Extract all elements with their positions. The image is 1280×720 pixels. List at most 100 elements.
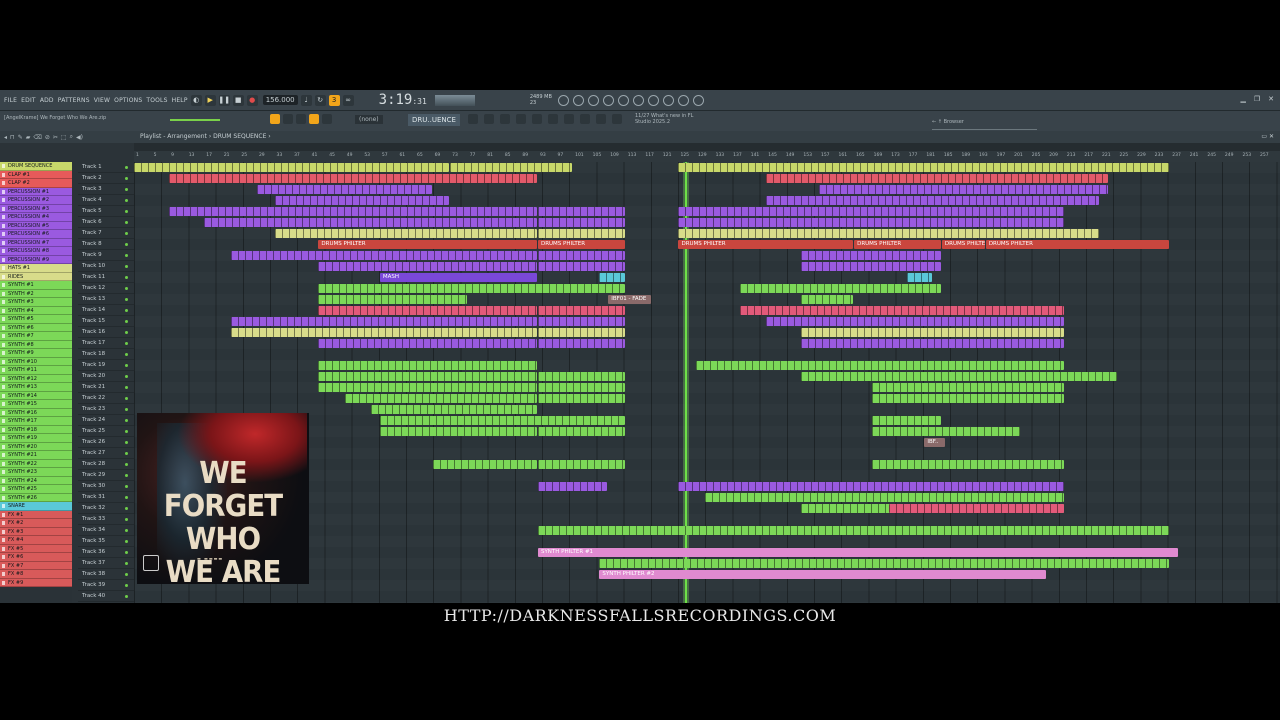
- picker-item[interactable]: SYNTH #23: [0, 468, 72, 477]
- playlist-close-icon[interactable]: ▭ ✕: [1261, 131, 1274, 143]
- picker-item[interactable]: PERCUSSION #1: [0, 187, 72, 196]
- track-mute-led[interactable]: [125, 386, 128, 389]
- link-icon[interactable]: [612, 114, 622, 124]
- pattern-clip[interactable]: [318, 361, 537, 370]
- track-mute-led[interactable]: [125, 364, 128, 367]
- track-mute-led[interactable]: [125, 408, 128, 411]
- track-header[interactable]: Track 4: [78, 195, 134, 206]
- mute-tool-icon[interactable]: ⊘: [45, 134, 50, 141]
- track-mute-led[interactable]: [125, 331, 128, 334]
- menu-tools[interactable]: TOOLS: [146, 97, 167, 104]
- pattern-clip[interactable]: [801, 262, 941, 271]
- pattern-clip[interactable]: [696, 361, 1064, 370]
- track-header[interactable]: Track 37: [78, 558, 134, 569]
- pattern-clip[interactable]: [537, 427, 625, 436]
- track-header[interactable]: Track 18: [78, 349, 134, 360]
- track-mute-led[interactable]: [125, 474, 128, 477]
- pattern-selector-none[interactable]: (none): [355, 115, 383, 124]
- picker-item[interactable]: FX #2: [0, 519, 72, 528]
- picker-item[interactable]: DRUM SEQUENCE: [0, 162, 72, 171]
- pattern-clip[interactable]: [537, 251, 625, 260]
- piano-icon[interactable]: [647, 94, 659, 106]
- pattern-clip[interactable]: DRUMS PHILTER: [537, 240, 625, 249]
- picker-item[interactable]: SYNTH #5: [0, 315, 72, 324]
- track-header[interactable]: Track 12: [78, 283, 134, 294]
- pattern-clip[interactable]: DRUMS PHILTER: [318, 240, 537, 249]
- save-icon[interactable]: [617, 94, 629, 106]
- picker-item[interactable]: SYNTH #20: [0, 442, 72, 451]
- pattern-clip[interactable]: [537, 460, 625, 469]
- pattern-clip[interactable]: [678, 482, 1064, 491]
- picker-item[interactable]: RIDES: [0, 272, 72, 281]
- picker-item[interactable]: SYNTH #12: [0, 374, 72, 383]
- picker-item[interactable]: FX #9: [0, 578, 72, 587]
- stop-button[interactable]: ■: [232, 94, 244, 106]
- track-header[interactable]: Track 10: [78, 261, 134, 272]
- pencil-tool-icon[interactable]: ✎: [18, 134, 23, 141]
- menu-file[interactable]: FILE: [4, 97, 17, 104]
- picker-item[interactable]: PERCUSSION #6: [0, 230, 72, 239]
- metronome-icon[interactable]: ♩: [300, 94, 312, 106]
- playlist-icon[interactable]: [468, 114, 478, 124]
- track-mute-led[interactable]: [125, 232, 128, 235]
- track-header[interactable]: Track 21: [78, 382, 134, 393]
- picker-item[interactable]: CLAP #2: [0, 179, 72, 188]
- pattern-clip[interactable]: [704, 493, 1064, 502]
- browser-icon[interactable]: [532, 114, 542, 124]
- track-header[interactable]: Track 16: [78, 327, 134, 338]
- menu-options[interactable]: OPTIONS: [114, 97, 142, 104]
- track-mute-led[interactable]: [125, 353, 128, 356]
- picker-item[interactable]: SYNTH #9: [0, 349, 72, 358]
- picker-item[interactable]: FX #1: [0, 510, 72, 519]
- scroll-left-icon[interactable]: ◂: [4, 134, 7, 141]
- picker-item[interactable]: SYNTH #21: [0, 451, 72, 460]
- record-button[interactable]: ●: [246, 94, 258, 106]
- pattern-clip[interactable]: [318, 372, 537, 381]
- track-mute-led[interactable]: [125, 254, 128, 257]
- track-mute-led[interactable]: [125, 276, 128, 279]
- pattern-clip[interactable]: [537, 306, 625, 315]
- pattern-clip[interactable]: SYNTH PHILTER #2: [599, 570, 1047, 579]
- pattern-clip[interactable]: DRUMS PHILTER: [678, 240, 854, 249]
- pattern-clip[interactable]: [318, 306, 537, 315]
- track-header[interactable]: Track 38: [78, 569, 134, 580]
- picker-item[interactable]: SYNTH #11: [0, 366, 72, 375]
- track-mute-led[interactable]: [125, 573, 128, 576]
- pattern-clip[interactable]: [678, 218, 1064, 227]
- pattern-clip[interactable]: [766, 196, 1099, 205]
- pattern-clip[interactable]: [274, 196, 450, 205]
- magnet-icon[interactable]: ⊓: [10, 134, 15, 141]
- track-mute-led[interactable]: [125, 221, 128, 224]
- track-header[interactable]: Track 24: [78, 415, 134, 426]
- picker-item[interactable]: SNARE: [0, 502, 72, 511]
- pattern-clip[interactable]: [537, 317, 625, 326]
- menu-view[interactable]: VIEW: [94, 97, 110, 104]
- pattern-clip[interactable]: [599, 559, 1170, 568]
- menu-help[interactable]: HELP: [172, 97, 188, 104]
- pattern-clip[interactable]: [432, 460, 537, 469]
- cut-icon[interactable]: [572, 94, 584, 106]
- pattern-clip[interactable]: [537, 262, 625, 271]
- countdown-icon[interactable]: 3: [328, 94, 340, 106]
- track-mute-led[interactable]: [125, 177, 128, 180]
- zoom-tool-icon[interactable]: ⌕: [70, 133, 73, 141]
- menu-add[interactable]: ADD: [40, 97, 54, 104]
- track-mute-led[interactable]: [125, 287, 128, 290]
- slice-tool-icon[interactable]: ✂: [53, 134, 58, 141]
- pattern-clip[interactable]: [678, 163, 1170, 172]
- track-header[interactable]: Track 14: [78, 305, 134, 316]
- pattern-clip[interactable]: [318, 339, 537, 348]
- restore-icon[interactable]: ❐: [1254, 95, 1260, 103]
- track-mute-led[interactable]: [125, 342, 128, 345]
- pattern-clip[interactable]: [230, 328, 537, 337]
- pattern-clip[interactable]: [318, 262, 537, 271]
- picker-item[interactable]: FX #8: [0, 570, 72, 579]
- track-mute-led[interactable]: [125, 540, 128, 543]
- picker-item[interactable]: SYNTH #22: [0, 459, 72, 468]
- pattern-clip[interactable]: MASH: [379, 273, 537, 282]
- delete-tool-icon[interactable]: ⌫: [33, 134, 41, 141]
- track-header[interactable]: Track 7: [78, 228, 134, 239]
- track-header[interactable]: Track 33: [78, 514, 134, 525]
- pattern-clip[interactable]: [379, 427, 537, 436]
- picker-item[interactable]: FX #4: [0, 536, 72, 545]
